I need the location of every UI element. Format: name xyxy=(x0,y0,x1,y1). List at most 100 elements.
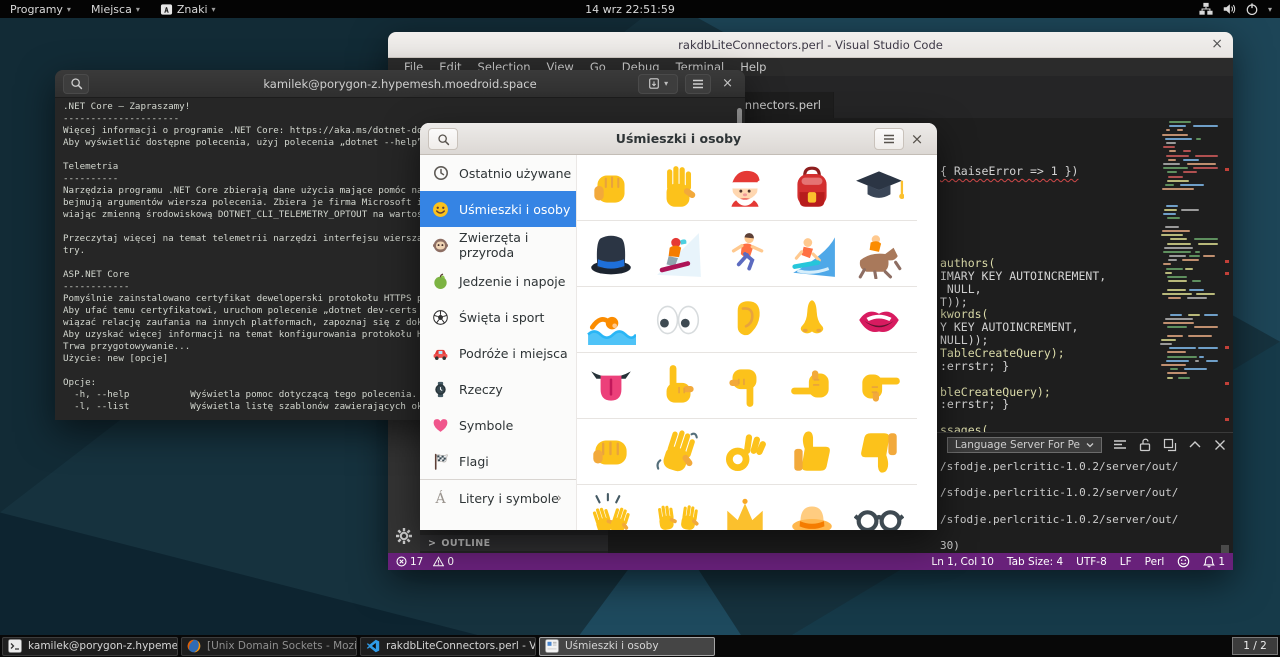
sidebar-item--wi-ta-i-sport[interactable]: Święta i sport xyxy=(420,299,576,335)
emoji-ok-hand[interactable] xyxy=(711,419,778,485)
emoji-snowboarder[interactable] xyxy=(644,221,711,287)
close-panel-icon[interactable] xyxy=(1213,438,1227,452)
panel-scrollbar[interactable] xyxy=(1221,545,1229,553)
characters-titlebar[interactable]: Uśmieszki i osoby × xyxy=(420,123,937,155)
sidebar-item-podr-e-i-miejsca[interactable]: Podróże i miejsca xyxy=(420,335,576,371)
emoji-backhand-index-right[interactable] xyxy=(845,353,912,419)
volume-icon xyxy=(1222,2,1236,16)
sidebar-item-flagi[interactable]: Flagi xyxy=(420,443,576,479)
notifications-bell[interactable]: 1 xyxy=(1203,555,1225,568)
taskbar-item[interactable]: kamilek@porygon-z.hypemesh.m... xyxy=(2,637,178,656)
emoji-horse-racing[interactable] xyxy=(845,221,912,287)
vscode-titlebar[interactable]: rakdbLiteConnectors.perl - Visual Studio… xyxy=(388,32,1233,58)
emoji-row xyxy=(577,287,917,353)
emoji-santa-claus[interactable] xyxy=(711,155,778,221)
emoji-crown[interactable] xyxy=(711,485,778,530)
maximize-panel-icon[interactable] xyxy=(1188,438,1202,452)
split-panel-icon[interactable] xyxy=(1163,438,1177,452)
topbar-menu-programy[interactable]: Programy▾ xyxy=(0,0,81,18)
emoji-clapping-hands[interactable] xyxy=(577,485,644,530)
statusbar-item[interactable]: LF xyxy=(1120,556,1132,568)
taskbar-item[interactable]: Uśmieszki i osoby xyxy=(539,637,715,656)
emoji-nose[interactable] xyxy=(778,287,845,353)
statusbar-item[interactable]: Ln 1, Col 10 xyxy=(931,556,994,568)
emoji-swimmer[interactable] xyxy=(577,287,644,353)
panel-output-lines: /sfodje.perlcritic-1.0.2/server/out/ /sf… xyxy=(940,460,1178,553)
emoji-top-hat[interactable] xyxy=(577,221,644,287)
taskbar-item-label: Uśmieszki i osoby xyxy=(565,640,659,652)
sidebar-item-zwierz-ta-i-przyroda[interactable]: Zwierzęta i przyroda xyxy=(420,227,576,263)
terminal-output[interactable]: .NET Core — Zapraszamy! ----------------… xyxy=(63,101,445,413)
soccer-ball-icon xyxy=(432,309,449,326)
emoji-school-backpack[interactable] xyxy=(778,155,845,221)
unlock-icon[interactable] xyxy=(1138,438,1152,452)
taskbar-item[interactable]: [Unix Domain Sockets - Mozilla Fir... xyxy=(181,637,357,656)
feedback-smiley-icon[interactable] xyxy=(1177,555,1190,568)
characters-close-icon[interactable]: × xyxy=(906,128,928,150)
problems-errors[interactable]: 17 xyxy=(396,556,423,568)
emoji-backhand-index-left[interactable] xyxy=(778,353,845,419)
emoji-thumbs-up[interactable] xyxy=(778,419,845,485)
taskbar-item[interactable]: rakdbLiteConnectors.perl - Visual ... xyxy=(360,637,536,656)
window-list-taskbar: kamilek@porygon-z.hypemesh.m...[Unix Dom… xyxy=(0,635,1280,657)
emoji-row xyxy=(577,419,917,485)
emoji-raised-fist[interactable] xyxy=(577,155,644,221)
system-tray[interactable]: ▾ xyxy=(1199,0,1276,18)
emoji-waving-hand[interactable] xyxy=(644,419,711,485)
terminal-titlebar[interactable]: kamilek@porygon-z.hypemesh.moedroid.spac… xyxy=(55,70,745,98)
statusbar-item[interactable]: Tab Size: 4 xyxy=(1007,556,1063,568)
topbar-menu-znaki[interactable]: Znaki▾ xyxy=(150,0,226,18)
chevron-right-icon: › xyxy=(557,491,562,506)
statusbar-item[interactable]: Perl xyxy=(1145,556,1165,568)
sidebar-item-symbole[interactable]: Symbole xyxy=(420,407,576,443)
emoji-tongue[interactable] xyxy=(577,353,644,419)
emoji-graduation-cap[interactable] xyxy=(845,155,912,221)
output-channel-select[interactable]: Language Server For Pe xyxy=(947,437,1102,453)
paste-icon xyxy=(648,77,660,90)
emoji-open-hands[interactable] xyxy=(644,485,711,530)
clear-output-icon[interactable] xyxy=(1113,438,1127,452)
terminal-icon xyxy=(8,639,22,653)
terminal-close-icon[interactable]: × xyxy=(718,76,737,91)
emoji-oncoming-fist[interactable] xyxy=(577,419,644,485)
terminal-newtab-button[interactable]: ▾ xyxy=(638,74,678,94)
firefox-icon xyxy=(187,639,201,653)
problems-warnings[interactable]: 0 xyxy=(433,556,454,568)
sidebar-item-u-mieszki-i-osoby[interactable]: Uśmieszki i osoby xyxy=(420,191,576,227)
workspace-indicator[interactable]: 1 / 2 xyxy=(1232,637,1278,655)
terminal-menu-button[interactable] xyxy=(685,74,711,94)
minimap[interactable] xyxy=(1160,120,1218,392)
statusbar-item[interactable]: UTF-8 xyxy=(1076,556,1107,568)
emoji-raised-hand[interactable] xyxy=(644,155,711,221)
sidebar-item-jedzenie-i-napoje[interactable]: Jedzenie i napoje xyxy=(420,263,576,299)
emoji-surfer[interactable] xyxy=(778,221,845,287)
output-channel-label: Language Server For Pe xyxy=(955,439,1080,451)
network-icon xyxy=(1199,2,1213,16)
emoji-runner[interactable] xyxy=(711,221,778,287)
sidebar-item-label: Flagi xyxy=(459,454,489,469)
emoji-backhand-index-up[interactable] xyxy=(644,353,711,419)
letter-a-icon: Á xyxy=(432,490,449,507)
chevron-down-icon xyxy=(1086,442,1094,448)
vscode-close-icon[interactable]: × xyxy=(1211,35,1223,53)
sidebar-item-ostatnio-u-ywane[interactable]: Ostatnio używane xyxy=(420,155,576,191)
emoji-row xyxy=(577,221,917,287)
characters-menu-button[interactable] xyxy=(874,128,904,150)
characters-search-button[interactable] xyxy=(428,128,458,150)
emoji-eyes[interactable] xyxy=(644,287,711,353)
emoji-ear[interactable] xyxy=(711,287,778,353)
topbar-menu-miejsca[interactable]: Miejsca▾ xyxy=(81,0,150,18)
gear-icon[interactable] xyxy=(395,527,413,545)
outline-section-header[interactable]: > OUTLINE xyxy=(420,535,608,551)
desktop: rakdbLiteConnectors.perl - Visual Studio… xyxy=(0,0,1280,657)
recent-clock-icon xyxy=(432,165,449,182)
clock[interactable]: 14 wrz 22:51:59 xyxy=(560,3,700,16)
emoji-thumbs-down[interactable] xyxy=(845,419,912,485)
sidebar-item-rzeczy[interactable]: Rzeczy xyxy=(420,371,576,407)
emoji-backhand-index-down[interactable] xyxy=(711,353,778,419)
chevron-down-icon: ▾ xyxy=(136,5,140,14)
emoji-glasses[interactable] xyxy=(845,485,912,530)
sidebar-item-litery-i-symbole[interactable]: ÁLitery i symbole› xyxy=(420,479,576,517)
emoji-mouth[interactable] xyxy=(845,287,912,353)
emoji-womans-hat[interactable] xyxy=(778,485,845,530)
